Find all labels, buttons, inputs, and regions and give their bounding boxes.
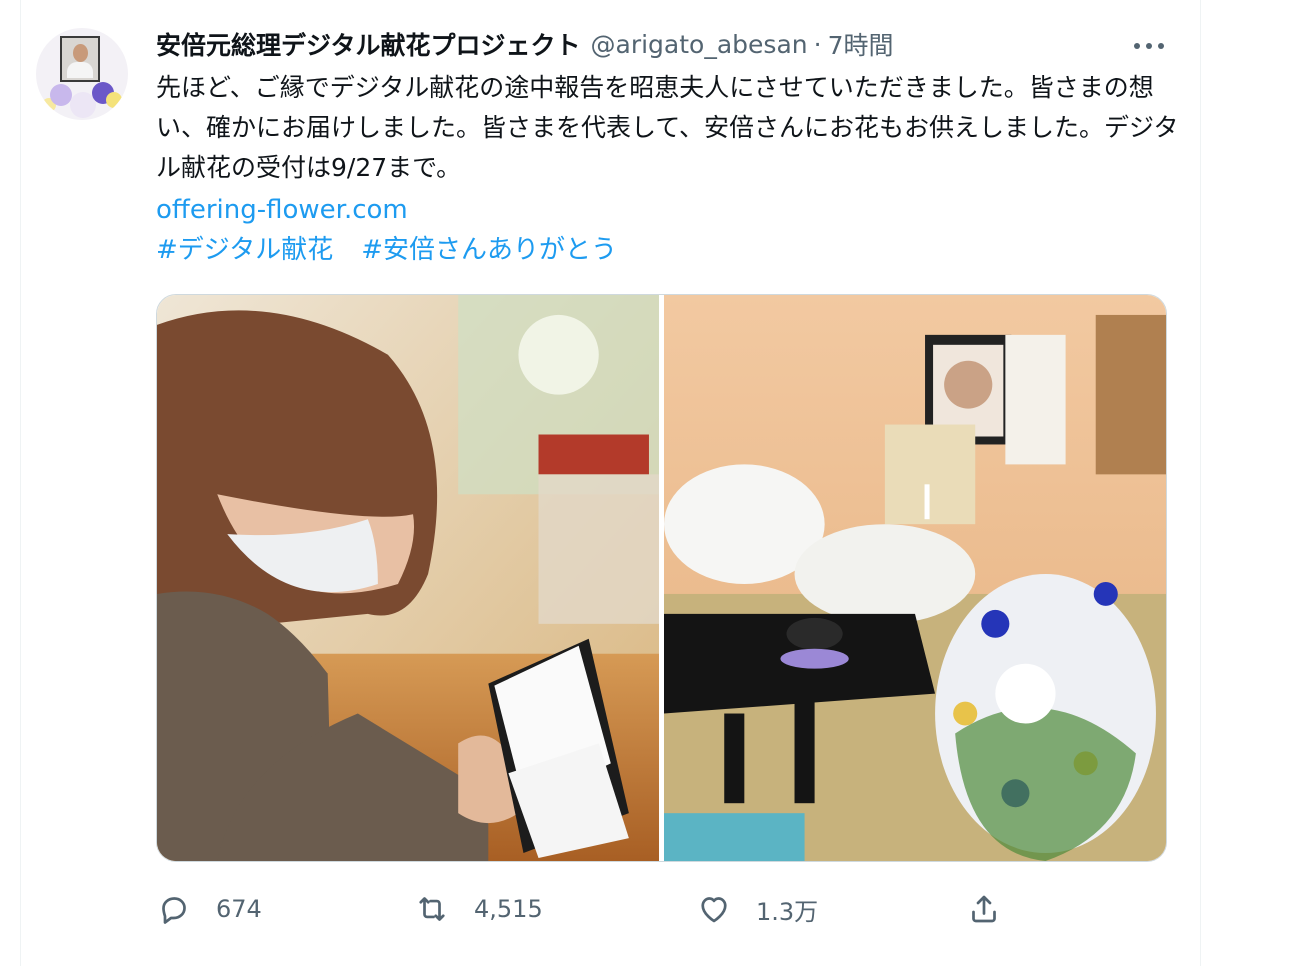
media-photo-2[interactable]	[664, 295, 1166, 861]
heart-icon	[701, 897, 727, 923]
tweet[interactable]: 安倍元総理デジタル献花プロジェクト @arigato_abesan · 7時間 …	[20, 0, 1200, 966]
share-button[interactable]	[966, 886, 1002, 932]
action-bar: 674 4,515 1.3万	[156, 886, 1016, 932]
retweet-icon	[419, 897, 445, 921]
timestamp[interactable]: 7時間	[828, 26, 894, 62]
more-options-icon[interactable]	[1132, 34, 1166, 58]
share-icon	[972, 895, 996, 923]
media-grid	[156, 294, 1167, 862]
reply-button[interactable]: 674	[156, 886, 262, 932]
like-button[interactable]: 1.3万	[696, 886, 818, 932]
display-name[interactable]: 安倍元総理デジタル献花プロジェクト	[156, 26, 581, 62]
separator-dot: ·	[813, 29, 822, 59]
retweet-button[interactable]: 4,515	[414, 886, 543, 932]
user-handle[interactable]: @arigato_abesan	[591, 30, 808, 59]
tweet-link[interactable]: offering-flower.com	[156, 190, 408, 230]
avatar[interactable]	[36, 28, 128, 120]
hashtag-link[interactable]: #安倍さんありがとう	[361, 235, 617, 265]
hashtags: #デジタル献花 #安倍さんありがとう	[156, 230, 617, 270]
retweet-count: 4,515	[474, 895, 543, 923]
avatar-portrait	[60, 36, 100, 82]
reply-icon	[162, 897, 186, 924]
hashtag-link[interactable]: #デジタル献花	[156, 235, 333, 265]
tweet-header: 安倍元総理デジタル献花プロジェクト @arigato_abesan · 7時間	[156, 26, 894, 62]
like-count: 1.3万	[756, 897, 819, 926]
column-border-right	[1200, 0, 1201, 966]
reply-count: 674	[216, 895, 262, 923]
media-photo-1[interactable]	[157, 295, 659, 861]
tweet-text: 先ほど、ご縁でデジタル献花の途中報告を昭恵夫人にさせていただきました。皆さまの想…	[156, 73, 1179, 182]
